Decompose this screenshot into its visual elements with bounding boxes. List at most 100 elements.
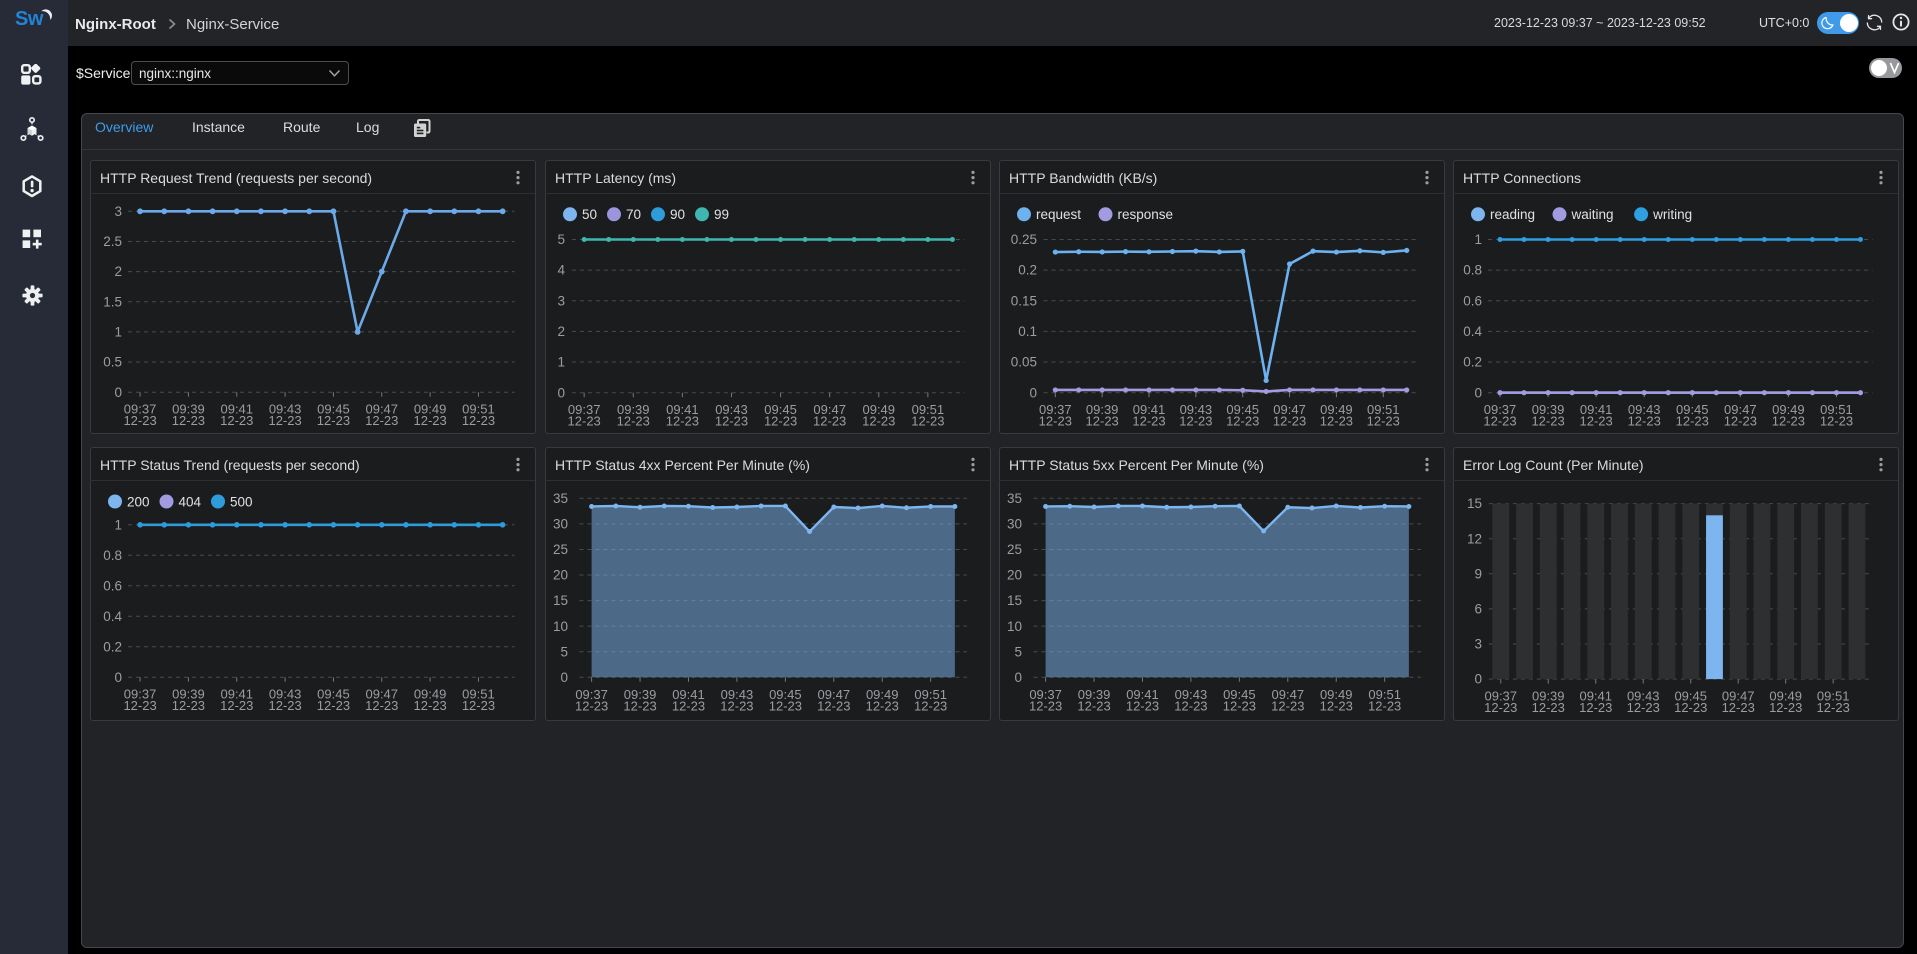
svg-text:0.1: 0.1 xyxy=(1018,324,1037,339)
svg-text:0.5: 0.5 xyxy=(103,354,122,369)
svg-text:12-23: 12-23 xyxy=(365,698,398,713)
svg-text:9: 9 xyxy=(1474,566,1482,581)
svg-text:10: 10 xyxy=(553,618,568,633)
svg-text:50: 50 xyxy=(582,207,597,222)
svg-text:12-23: 12-23 xyxy=(813,413,846,428)
svg-text:12-23: 12-23 xyxy=(1483,413,1516,428)
svg-text:12-23: 12-23 xyxy=(862,413,895,428)
svg-text:12-23: 12-23 xyxy=(1531,413,1564,428)
svg-text:12-23: 12-23 xyxy=(1086,413,1119,428)
svg-text:12-23: 12-23 xyxy=(317,413,350,428)
svg-text:0.2: 0.2 xyxy=(1463,354,1482,369)
svg-text:12-23: 12-23 xyxy=(1580,413,1613,428)
svg-text:12-23: 12-23 xyxy=(617,413,650,428)
svg-text:0: 0 xyxy=(114,384,122,399)
svg-text:35: 35 xyxy=(1007,490,1022,505)
svg-text:0.2: 0.2 xyxy=(103,639,122,654)
svg-text:12: 12 xyxy=(1467,531,1482,546)
svg-text:12-23: 12-23 xyxy=(1126,698,1159,713)
svg-text:12-23: 12-23 xyxy=(1029,698,1062,713)
svg-text:12-23: 12-23 xyxy=(1368,698,1401,713)
svg-text:12-23: 12-23 xyxy=(1273,413,1306,428)
svg-text:reading: reading xyxy=(1490,207,1535,222)
svg-text:12-23: 12-23 xyxy=(1271,698,1304,713)
svg-text:404: 404 xyxy=(179,494,202,509)
svg-text:30: 30 xyxy=(1007,516,1022,531)
svg-text:12-23: 12-23 xyxy=(914,698,947,713)
svg-text:25: 25 xyxy=(1007,542,1022,557)
svg-text:12-23: 12-23 xyxy=(764,413,797,428)
svg-text:12-23: 12-23 xyxy=(1817,700,1850,715)
svg-text:12-23: 12-23 xyxy=(462,698,495,713)
svg-text:12-23: 12-23 xyxy=(1226,413,1259,428)
svg-text:12-23: 12-23 xyxy=(413,698,446,713)
svg-text:20: 20 xyxy=(553,567,568,582)
svg-text:12-23: 12-23 xyxy=(413,413,446,428)
svg-text:12-23: 12-23 xyxy=(720,698,753,713)
svg-text:12-23: 12-23 xyxy=(1724,413,1757,428)
svg-text:0: 0 xyxy=(1014,669,1022,684)
svg-text:1.5: 1.5 xyxy=(103,294,122,309)
svg-text:0.25: 0.25 xyxy=(1011,232,1037,247)
svg-text:12-23: 12-23 xyxy=(575,698,608,713)
svg-text:0.4: 0.4 xyxy=(1463,324,1482,339)
svg-text:12-23: 12-23 xyxy=(462,413,495,428)
svg-text:12-23: 12-23 xyxy=(1179,413,1212,428)
svg-text:12-23: 12-23 xyxy=(220,413,253,428)
svg-text:12-23: 12-23 xyxy=(317,698,350,713)
svg-text:10: 10 xyxy=(1007,618,1022,633)
svg-text:12-23: 12-23 xyxy=(220,698,253,713)
svg-text:12-23: 12-23 xyxy=(1627,700,1660,715)
svg-text:2: 2 xyxy=(114,264,122,279)
svg-text:6: 6 xyxy=(1474,601,1482,616)
svg-text:15: 15 xyxy=(1467,496,1482,511)
svg-text:writing: writing xyxy=(1652,207,1692,222)
svg-text:12-23: 12-23 xyxy=(1579,700,1612,715)
svg-text:0: 0 xyxy=(560,669,568,684)
svg-text:12-23: 12-23 xyxy=(365,413,398,428)
svg-text:0: 0 xyxy=(1474,385,1482,400)
svg-text:12-23: 12-23 xyxy=(1676,413,1709,428)
svg-text:0.6: 0.6 xyxy=(1463,293,1482,308)
svg-text:35: 35 xyxy=(553,490,568,505)
svg-text:12-23: 12-23 xyxy=(1223,698,1256,713)
svg-text:12-23: 12-23 xyxy=(666,413,699,428)
svg-text:12-23: 12-23 xyxy=(1039,413,1072,428)
svg-text:12-23: 12-23 xyxy=(172,413,205,428)
svg-text:12-23: 12-23 xyxy=(568,413,601,428)
svg-text:12-23: 12-23 xyxy=(1484,700,1517,715)
svg-text:0.2: 0.2 xyxy=(1018,262,1037,277)
svg-text:12-23: 12-23 xyxy=(1628,413,1661,428)
svg-text:response: response xyxy=(1118,207,1174,222)
svg-text:12-23: 12-23 xyxy=(1174,698,1207,713)
svg-text:5: 5 xyxy=(557,232,565,247)
svg-text:5: 5 xyxy=(560,644,568,659)
svg-text:12-23: 12-23 xyxy=(123,698,156,713)
svg-text:25: 25 xyxy=(553,542,568,557)
svg-text:15: 15 xyxy=(1007,593,1022,608)
svg-text:0: 0 xyxy=(1474,671,1482,686)
svg-text:0: 0 xyxy=(1029,385,1037,400)
svg-text:12-23: 12-23 xyxy=(866,698,899,713)
svg-text:1: 1 xyxy=(114,324,122,339)
svg-text:1: 1 xyxy=(114,517,122,532)
svg-text:request: request xyxy=(1036,207,1081,222)
svg-text:70: 70 xyxy=(626,207,641,222)
svg-text:0.4: 0.4 xyxy=(103,608,122,623)
svg-text:1: 1 xyxy=(1474,232,1482,247)
svg-text:0.15: 0.15 xyxy=(1011,293,1037,308)
svg-text:5: 5 xyxy=(1014,644,1022,659)
svg-text:12-23: 12-23 xyxy=(1772,413,1805,428)
svg-text:12-23: 12-23 xyxy=(1367,413,1400,428)
svg-text:12-23: 12-23 xyxy=(715,413,748,428)
svg-text:12-23: 12-23 xyxy=(1077,698,1110,713)
svg-text:12-23: 12-23 xyxy=(268,413,301,428)
svg-text:200: 200 xyxy=(127,494,150,509)
svg-text:0: 0 xyxy=(114,669,122,684)
svg-text:1: 1 xyxy=(557,354,565,369)
svg-text:99: 99 xyxy=(714,207,729,222)
svg-text:12-23: 12-23 xyxy=(1769,700,1802,715)
svg-text:12-23: 12-23 xyxy=(817,698,850,713)
svg-text:20: 20 xyxy=(1007,567,1022,582)
svg-text:15: 15 xyxy=(553,593,568,608)
